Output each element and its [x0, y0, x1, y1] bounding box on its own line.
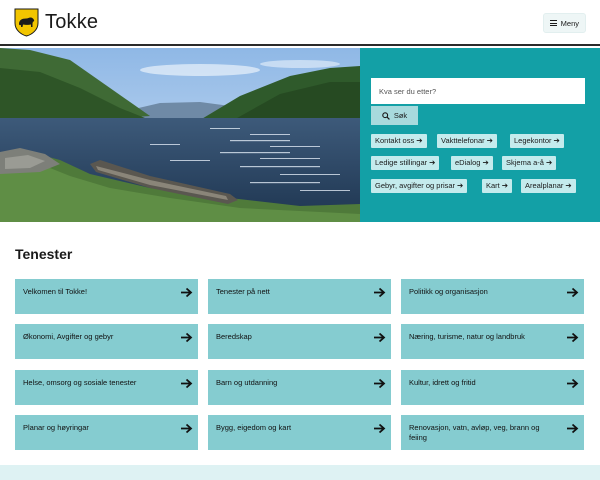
service-tile-bygg[interactable]: Bygg, eigedom og kart: [208, 415, 391, 450]
hamburger-icon: [549, 20, 557, 26]
arrow-right-icon: ➔: [545, 158, 553, 167]
quick-link-vakttelefonar[interactable]: Vakttelefonar ➔: [437, 134, 497, 148]
arrow-right-icon: [181, 378, 193, 389]
service-tile-helse[interactable]: Helse, omsorg og sosiale tenester: [15, 370, 198, 405]
arrow-right-icon: [567, 423, 579, 434]
arrow-right-icon: ➔: [553, 136, 560, 145]
arrow-right-icon: ➔: [482, 158, 489, 167]
arrow-right-icon: ➔: [429, 158, 436, 167]
arrow-right-icon: ➔: [486, 136, 493, 145]
service-tile-planar[interactable]: Planar og høyringar: [15, 415, 198, 450]
arrow-right-icon: [374, 423, 386, 434]
arrow-right-icon: [181, 423, 193, 434]
search-panel: Søk Kontakt oss➔ Vakttelefonar➔ Legekont…: [360, 48, 600, 222]
arrow-right-icon: [181, 287, 193, 298]
search-button-label: Søk: [393, 111, 408, 120]
site-title: Tokke: [45, 11, 99, 33]
arrow-right-icon: ➔: [501, 181, 509, 190]
quick-link-edialog[interactable]: eDialog ➔: [451, 156, 493, 170]
quick-link-kart[interactable]: Kart ➔: [482, 179, 513, 193]
quick-link-ledige-stillingar[interactable]: Ledige stillingar ➔: [371, 156, 440, 170]
arrow-right-icon: ➔: [457, 181, 464, 190]
service-tile-okonomi[interactable]: Økonomi, Avgifter og gebyr: [15, 324, 198, 359]
arrow-right-icon: [181, 332, 193, 343]
quick-link-skjema[interactable]: Skjema a-å ➔: [502, 156, 557, 170]
search-icon: [382, 111, 390, 120]
search-button[interactable]: Søk: [371, 106, 418, 125]
arrow-right-icon: ➔: [416, 136, 423, 145]
arrow-right-icon: [567, 378, 579, 389]
footer-band: [0, 465, 600, 480]
arrow-right-icon: [567, 332, 579, 343]
quick-link-legekontor[interactable]: Legekontor ➔: [510, 134, 564, 148]
menu-label: Meny: [560, 18, 579, 28]
service-tile-naering[interactable]: Næring, turisme, natur og landbruk: [401, 324, 584, 359]
service-tile-tenester-pa-nett[interactable]: Tenester på nett: [208, 279, 391, 314]
service-tile-politikk[interactable]: Politikk og organisasjon: [401, 279, 584, 314]
arrow-right-icon: ➔: [565, 181, 572, 190]
home-link[interactable]: Tokke: [14, 8, 98, 37]
quick-link-arealplanar[interactable]: Arealplanar ➔: [521, 179, 576, 193]
site-header: Tokke Meny: [0, 0, 600, 46]
arrow-right-icon: [374, 287, 386, 298]
arrow-right-icon: [374, 332, 386, 343]
menu-button[interactable]: Meny: [542, 13, 586, 33]
hero-image: [0, 48, 360, 222]
arrow-right-icon: [374, 378, 386, 389]
service-tile-velkomen[interactable]: Velkomen til Tokke!: [15, 279, 198, 314]
bear-crest-icon: [14, 8, 39, 37]
services-title: Tenester: [15, 246, 73, 262]
service-tile-kultur[interactable]: Kultur, idrett og fritid: [401, 370, 584, 405]
search-input[interactable]: [371, 78, 585, 104]
service-tile-barn[interactable]: Barn og utdanning: [208, 370, 391, 405]
quick-link-kontakt-oss[interactable]: Kontakt oss ➔: [371, 134, 427, 148]
arrow-right-icon: [567, 287, 579, 298]
quick-link-gebyr[interactable]: Gebyr, avgifter og prisar ➔: [371, 179, 468, 193]
service-tile-beredskap[interactable]: Beredskap: [208, 324, 391, 359]
service-tile-renovasjon[interactable]: Renovasjon, vatn, avløp, veg, brann og f…: [401, 415, 584, 450]
